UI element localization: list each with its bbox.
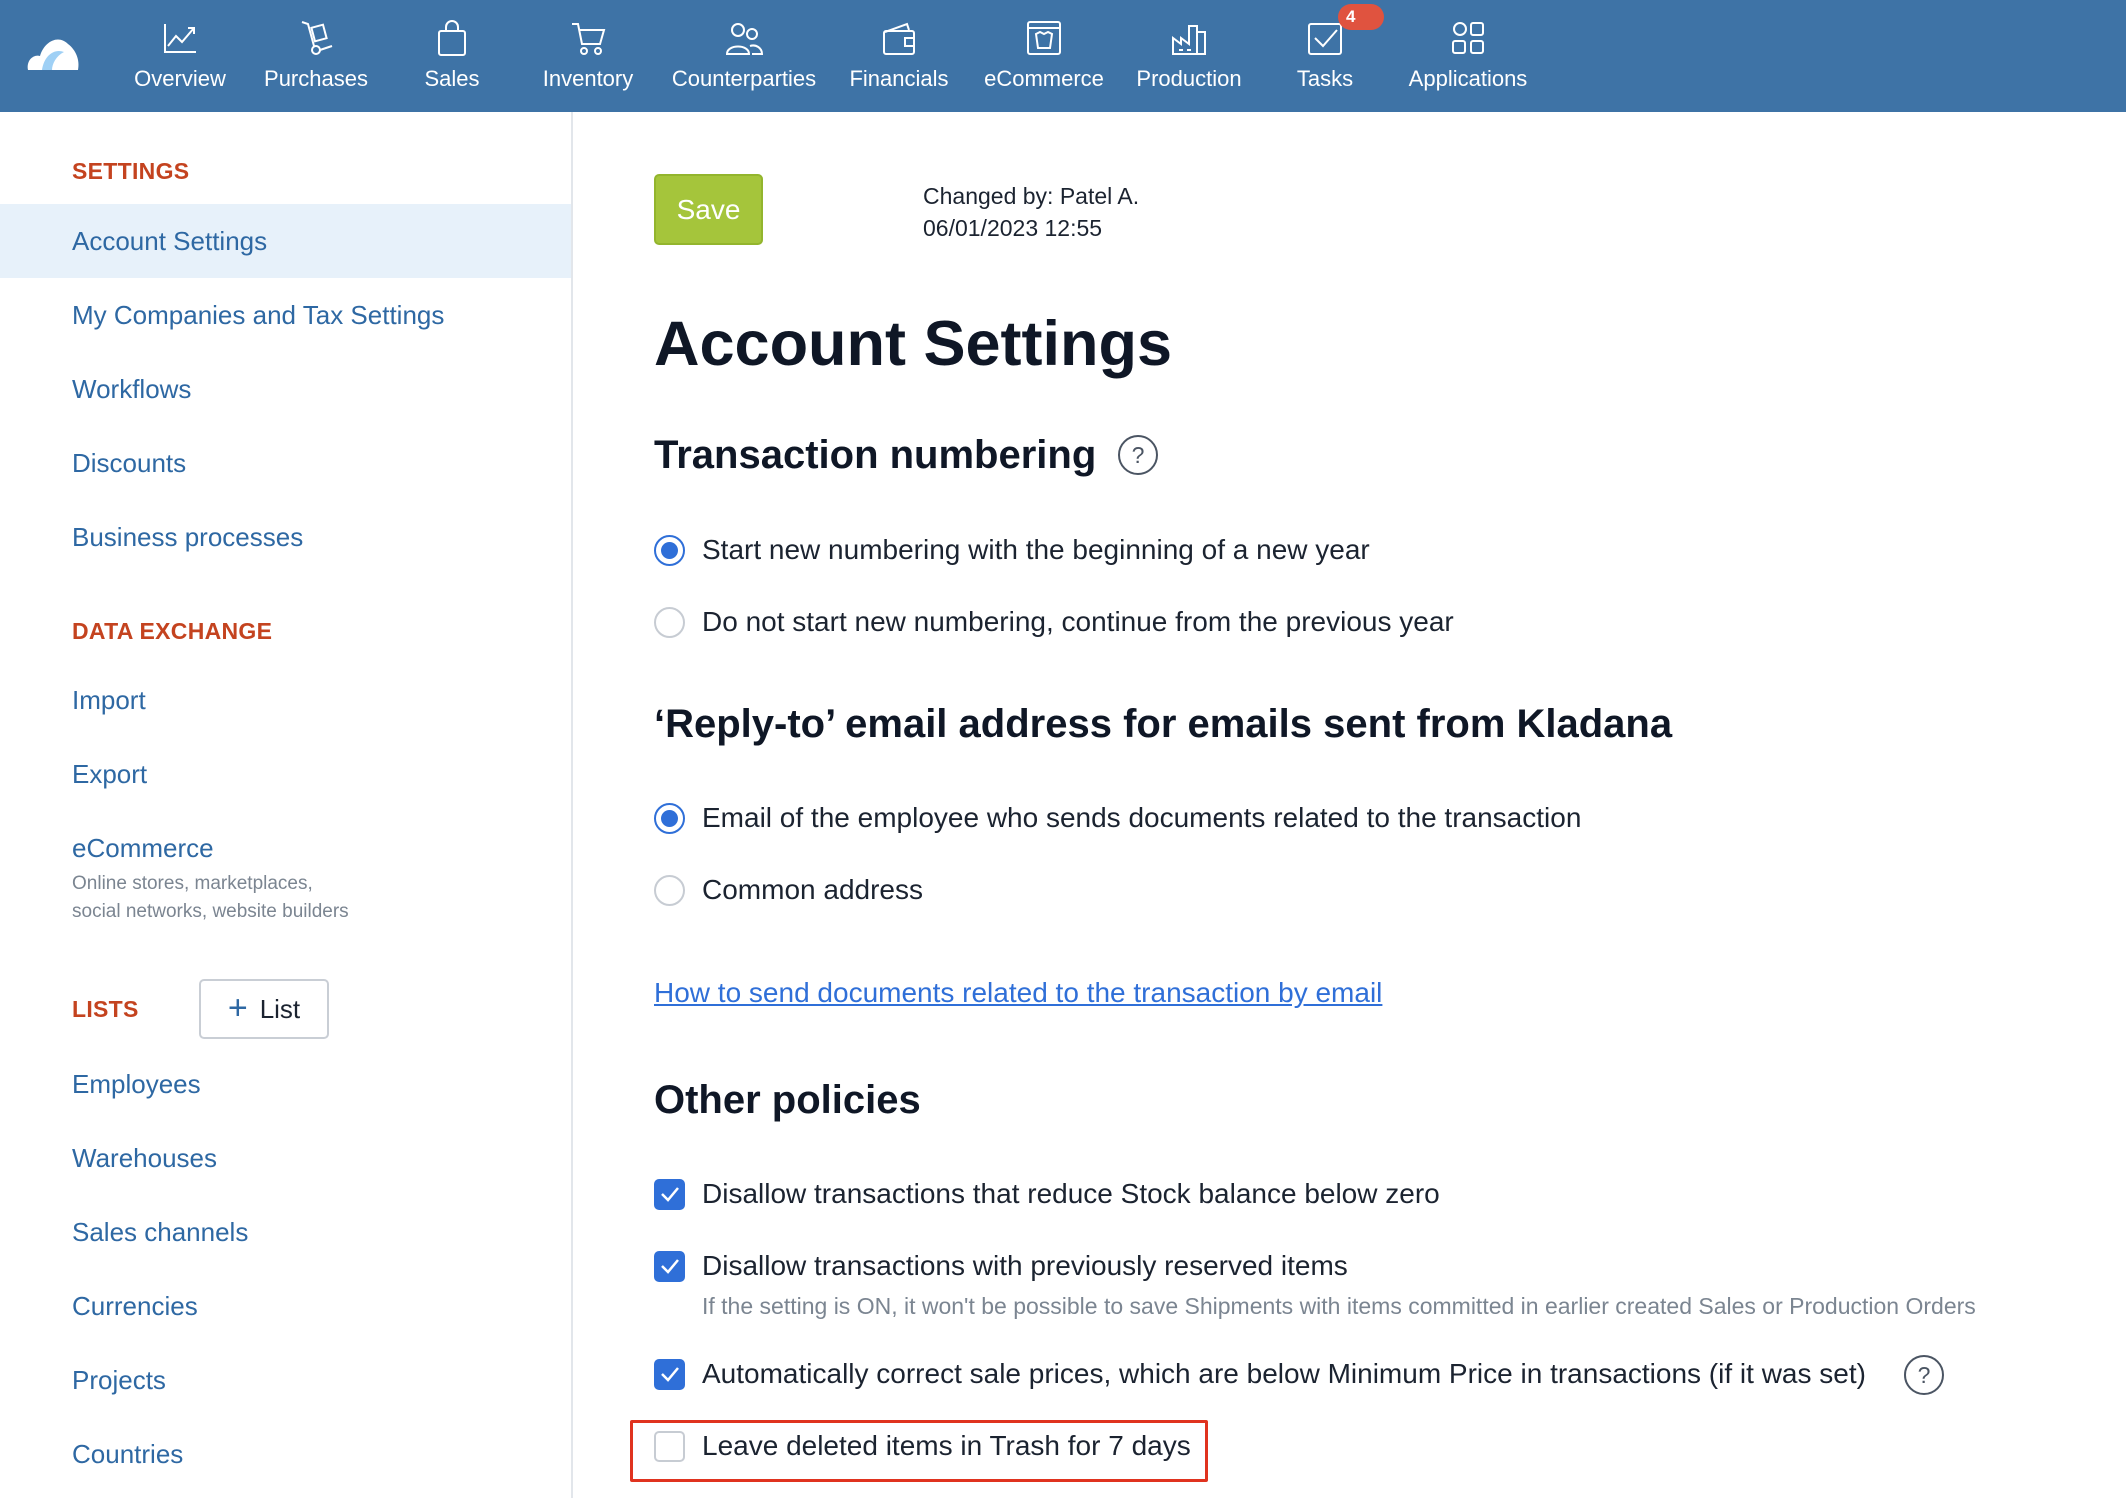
sidebar-item-workflows[interactable]: Workflows: [72, 374, 191, 405]
nav-ecommerce[interactable]: eCommerce: [982, 18, 1106, 100]
ecommerce-description: social networks, website builders: [72, 901, 349, 922]
sidebar-item-sales-channels[interactable]: Sales channels: [72, 1217, 248, 1248]
change-info: Changed by: Patel A. 06/01/2023 12:55: [923, 180, 1139, 244]
top-navigation-bar: Overview Purchases Sales Inventory Count…: [0, 0, 2126, 112]
wallet-icon: [883, 22, 915, 55]
task-check-icon: [1308, 23, 1342, 55]
sidebar-item-ecommerce[interactable]: eCommerce: [72, 833, 214, 864]
save-button[interactable]: Save: [654, 174, 763, 245]
sidebar-item-import[interactable]: Import: [72, 685, 146, 716]
chart-line-icon: [164, 24, 196, 53]
plus-icon: +: [227, 988, 248, 1027]
reserved-items-hint: If the setting is ON, it won't be possib…: [702, 1293, 1976, 1319]
settings-sidebar: SETTINGS Account Settings My Companies a…: [0, 112, 573, 1498]
nav-label: Counterparties: [671, 66, 817, 91]
radio-button[interactable]: [654, 802, 685, 834]
nav-label: Production: [1136, 66, 1242, 91]
nav-label: Purchases: [264, 66, 368, 91]
policy-negative-stock[interactable]: Disallow transactions that reduce Stock …: [654, 1178, 1440, 1210]
email-documents-help-link[interactable]: How to send documents related to the tra…: [654, 977, 1382, 1009]
nav-applications[interactable]: Applications: [1404, 18, 1532, 100]
option-label: Do not start new numbering, continue fro…: [702, 606, 1454, 637]
option-label: Disallow transactions that reduce Stock …: [702, 1178, 1440, 1209]
nav-sales[interactable]: Sales: [412, 18, 492, 100]
ecommerce-description: Online stores, marketplaces,: [72, 873, 313, 894]
option-label: Automatically correct sale prices, which…: [702, 1358, 1866, 1389]
help-icon[interactable]: ?: [1904, 1355, 1944, 1395]
other-policies-title: Other policies: [654, 1078, 921, 1122]
help-icon[interactable]: ?: [1118, 435, 1158, 475]
nav-tasks[interactable]: Tasks: [1282, 18, 1368, 100]
radio-button[interactable]: [654, 606, 685, 638]
nav-label: Financials: [849, 66, 949, 91]
sidebar-item-companies-tax[interactable]: My Companies and Tax Settings: [72, 300, 444, 331]
sidebar-item-projects[interactable]: Projects: [72, 1365, 166, 1396]
checkbox[interactable]: [654, 1358, 685, 1390]
checkbox[interactable]: [654, 1178, 685, 1210]
nav-counterparties[interactable]: Counterparties: [670, 18, 818, 100]
policy-trash-retention[interactable]: Leave deleted items in Trash for 7 days: [654, 1430, 1191, 1462]
nav-label: Sales: [424, 66, 480, 91]
sidebar-item-warehouses[interactable]: Warehouses: [72, 1143, 217, 1174]
checkbox[interactable]: [654, 1250, 685, 1282]
page-title: Account Settings: [654, 309, 1173, 379]
radio-button[interactable]: [654, 534, 685, 566]
numbering-option-continue[interactable]: Do not start new numbering, continue fro…: [654, 606, 1454, 638]
option-label: Email of the employee who sends document…: [702, 802, 1582, 833]
tasks-count-badge: 4: [1338, 4, 1384, 30]
sidebar-item-export[interactable]: Export: [72, 759, 147, 790]
sidebar-item-business-processes[interactable]: Business processes: [72, 522, 303, 553]
reply-to-title: ‘Reply-to’ email address for emails sent…: [654, 702, 1673, 746]
lists-heading: LISTS: [72, 996, 139, 1022]
checkbox[interactable]: [654, 1430, 685, 1462]
nav-label: Overview: [134, 66, 226, 91]
nav-production[interactable]: Production: [1134, 18, 1244, 100]
apps-grid-icon: [1452, 22, 1484, 54]
hand-truck-icon: [301, 21, 333, 55]
cart-icon: [572, 23, 606, 55]
reply-to-option-common[interactable]: Common address: [654, 874, 923, 906]
nav-overview[interactable]: Overview: [130, 18, 230, 100]
reply-to-option-employee[interactable]: Email of the employee who sends document…: [654, 802, 1581, 834]
sidebar-item-discounts[interactable]: Discounts: [72, 448, 186, 479]
sidebar-item-account-settings[interactable]: Account Settings: [72, 226, 267, 257]
policy-min-price-correction[interactable]: Automatically correct sale prices, which…: [654, 1358, 1866, 1390]
sidebar-item-employees[interactable]: Employees: [72, 1069, 201, 1100]
changed-by-text: Changed by: Patel A.: [923, 183, 1140, 209]
nav-inventory[interactable]: Inventory: [538, 18, 638, 100]
policy-reserved-items[interactable]: Disallow transactions with previously re…: [654, 1250, 1348, 1282]
numbering-option-new-year[interactable]: Start new numbering with the beginning o…: [654, 534, 1370, 566]
checkmark-icon: [660, 1259, 679, 1274]
factory-icon: [1172, 25, 1206, 55]
nav-label: Applications: [1408, 66, 1528, 91]
nav-label: Inventory: [542, 66, 634, 91]
data-exchange-heading: DATA EXCHANGE: [72, 618, 273, 644]
checkmark-icon: [660, 1187, 679, 1202]
settings-heading: SETTINGS: [72, 158, 190, 184]
option-label: Common address: [702, 874, 923, 905]
option-label: Leave deleted items in Trash for 7 days: [702, 1430, 1191, 1461]
add-list-label: List: [259, 993, 301, 1024]
sidebar-item-countries[interactable]: Countries: [72, 1439, 183, 1470]
sidebar-item-currencies[interactable]: Currencies: [72, 1291, 198, 1322]
add-list-button[interactable]: + List: [199, 979, 329, 1039]
option-label: Disallow transactions with previously re…: [702, 1250, 1348, 1281]
changed-at-timestamp: 06/01/2023 12:55: [923, 215, 1103, 241]
storefront-icon: [1027, 21, 1061, 55]
nav-financials[interactable]: Financials: [846, 18, 952, 100]
people-icon: [725, 23, 764, 55]
nav-label: Tasks: [1296, 66, 1354, 91]
option-label: Start new numbering with the beginning o…: [702, 534, 1370, 565]
checkmark-icon: [660, 1367, 679, 1382]
transaction-numbering-title: Transaction numbering: [654, 433, 1097, 477]
nav-purchases[interactable]: Purchases: [262, 18, 370, 100]
logo-icon[interactable]: [24, 30, 82, 76]
radio-button[interactable]: [654, 874, 685, 906]
shopping-bag-icon: [438, 20, 466, 56]
nav-label: eCommerce: [984, 66, 1104, 91]
